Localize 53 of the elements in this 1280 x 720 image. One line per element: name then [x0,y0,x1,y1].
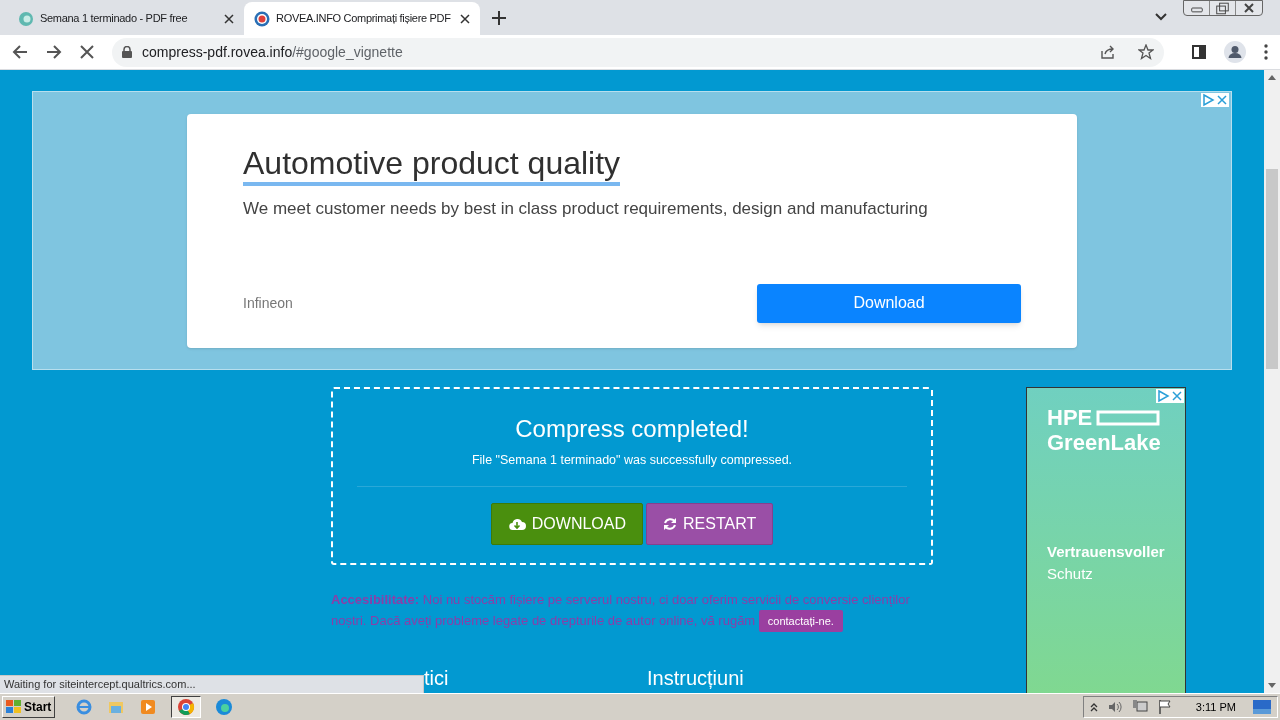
advertiser-name: Infineon [243,293,293,313]
tab-title: ROVEA.INFO Comprimați fișiere PDF [276,11,452,27]
cloud-download-icon [507,516,526,531]
menu-icon[interactable] [1264,44,1268,60]
ad-download-button[interactable]: Download [757,283,1021,323]
restart-button[interactable]: RESTART [646,502,774,545]
accessibility-notice: Accesibilitate: Noi nu stocăm fișiere pe serverul nostru, ci doar oferim servicii de conversie clienților noștri. Dacă aveți probleme legate de drepturile de autor online, vă rugăm contactați-ne. [331,589,933,632]
address-bar[interactable]: compress-pdf.rovea.info/#google_vignette [112,37,1164,67]
ad-tagline: Schutz [1047,564,1094,584]
url-text: compress-pdf.rovea.info/#google_vignette [142,42,404,62]
tab-title: Semana 1 terminado - PDF free [40,11,189,27]
scrollbar-thumb[interactable] [1266,169,1278,369]
rectangle-logo-icon [1096,410,1161,426]
chevron-up-icon[interactable] [1089,702,1098,712]
close-icon[interactable] [224,13,234,24]
ad-tagline: Vertrauensvoller [1047,542,1165,562]
ad-text: We meet customer needs by best in class product requirements, design and manufacturing [243,198,929,220]
status-text: Waiting for siteintercept.qualtrics.com... [4,677,196,693]
section-heading: Instrucțiuni [647,666,744,690]
stop-icon[interactable] [80,45,94,59]
scroll-up-icon[interactable] [1267,73,1277,81]
ad-choices-icon[interactable] [1201,93,1215,107]
ad-headline: Automotive product quality [243,144,621,186]
refresh-icon [663,516,677,531]
result-title: Compress completed! [515,414,749,444]
browser-tab[interactable]: ROVEA.INFO Comprimați fișiere PDF [244,2,480,35]
close-icon[interactable] [460,13,470,24]
flag-icon[interactable] [1156,699,1173,715]
forward-icon[interactable] [46,44,62,60]
contact-link[interactable]: contactați-ne. [758,610,843,632]
site-icon [18,10,34,27]
section-heading: tici [423,666,450,690]
scroll-down-icon[interactable] [1267,682,1277,690]
star-icon[interactable] [1138,44,1154,60]
chrome-icon [177,698,196,716]
share-icon[interactable] [1100,44,1116,60]
clock-text: 3:11 PM [1195,699,1236,715]
profile-icon[interactable] [1224,41,1246,63]
windows-logo-icon [6,700,22,714]
brand-text: GreenLake [1047,430,1162,456]
back-icon[interactable] [12,44,28,60]
site-icon [254,10,270,27]
side-panel-icon[interactable] [1192,45,1206,59]
new-tab-icon[interactable] [492,11,506,25]
result-message: File "Semana 1 terminado" was successfully compressed. [471,452,793,469]
tab-list-icon[interactable] [1155,13,1167,21]
start-button[interactable]: Start [2,696,56,718]
chrome-taskbar-button[interactable] [171,696,202,718]
brand-text: HPE [1047,406,1093,430]
ad-choices-icon[interactable] [1156,389,1170,403]
volume-icon[interactable] [1106,700,1123,714]
download-button[interactable]: DOWNLOAD [490,502,643,545]
lock-icon [122,46,132,58]
